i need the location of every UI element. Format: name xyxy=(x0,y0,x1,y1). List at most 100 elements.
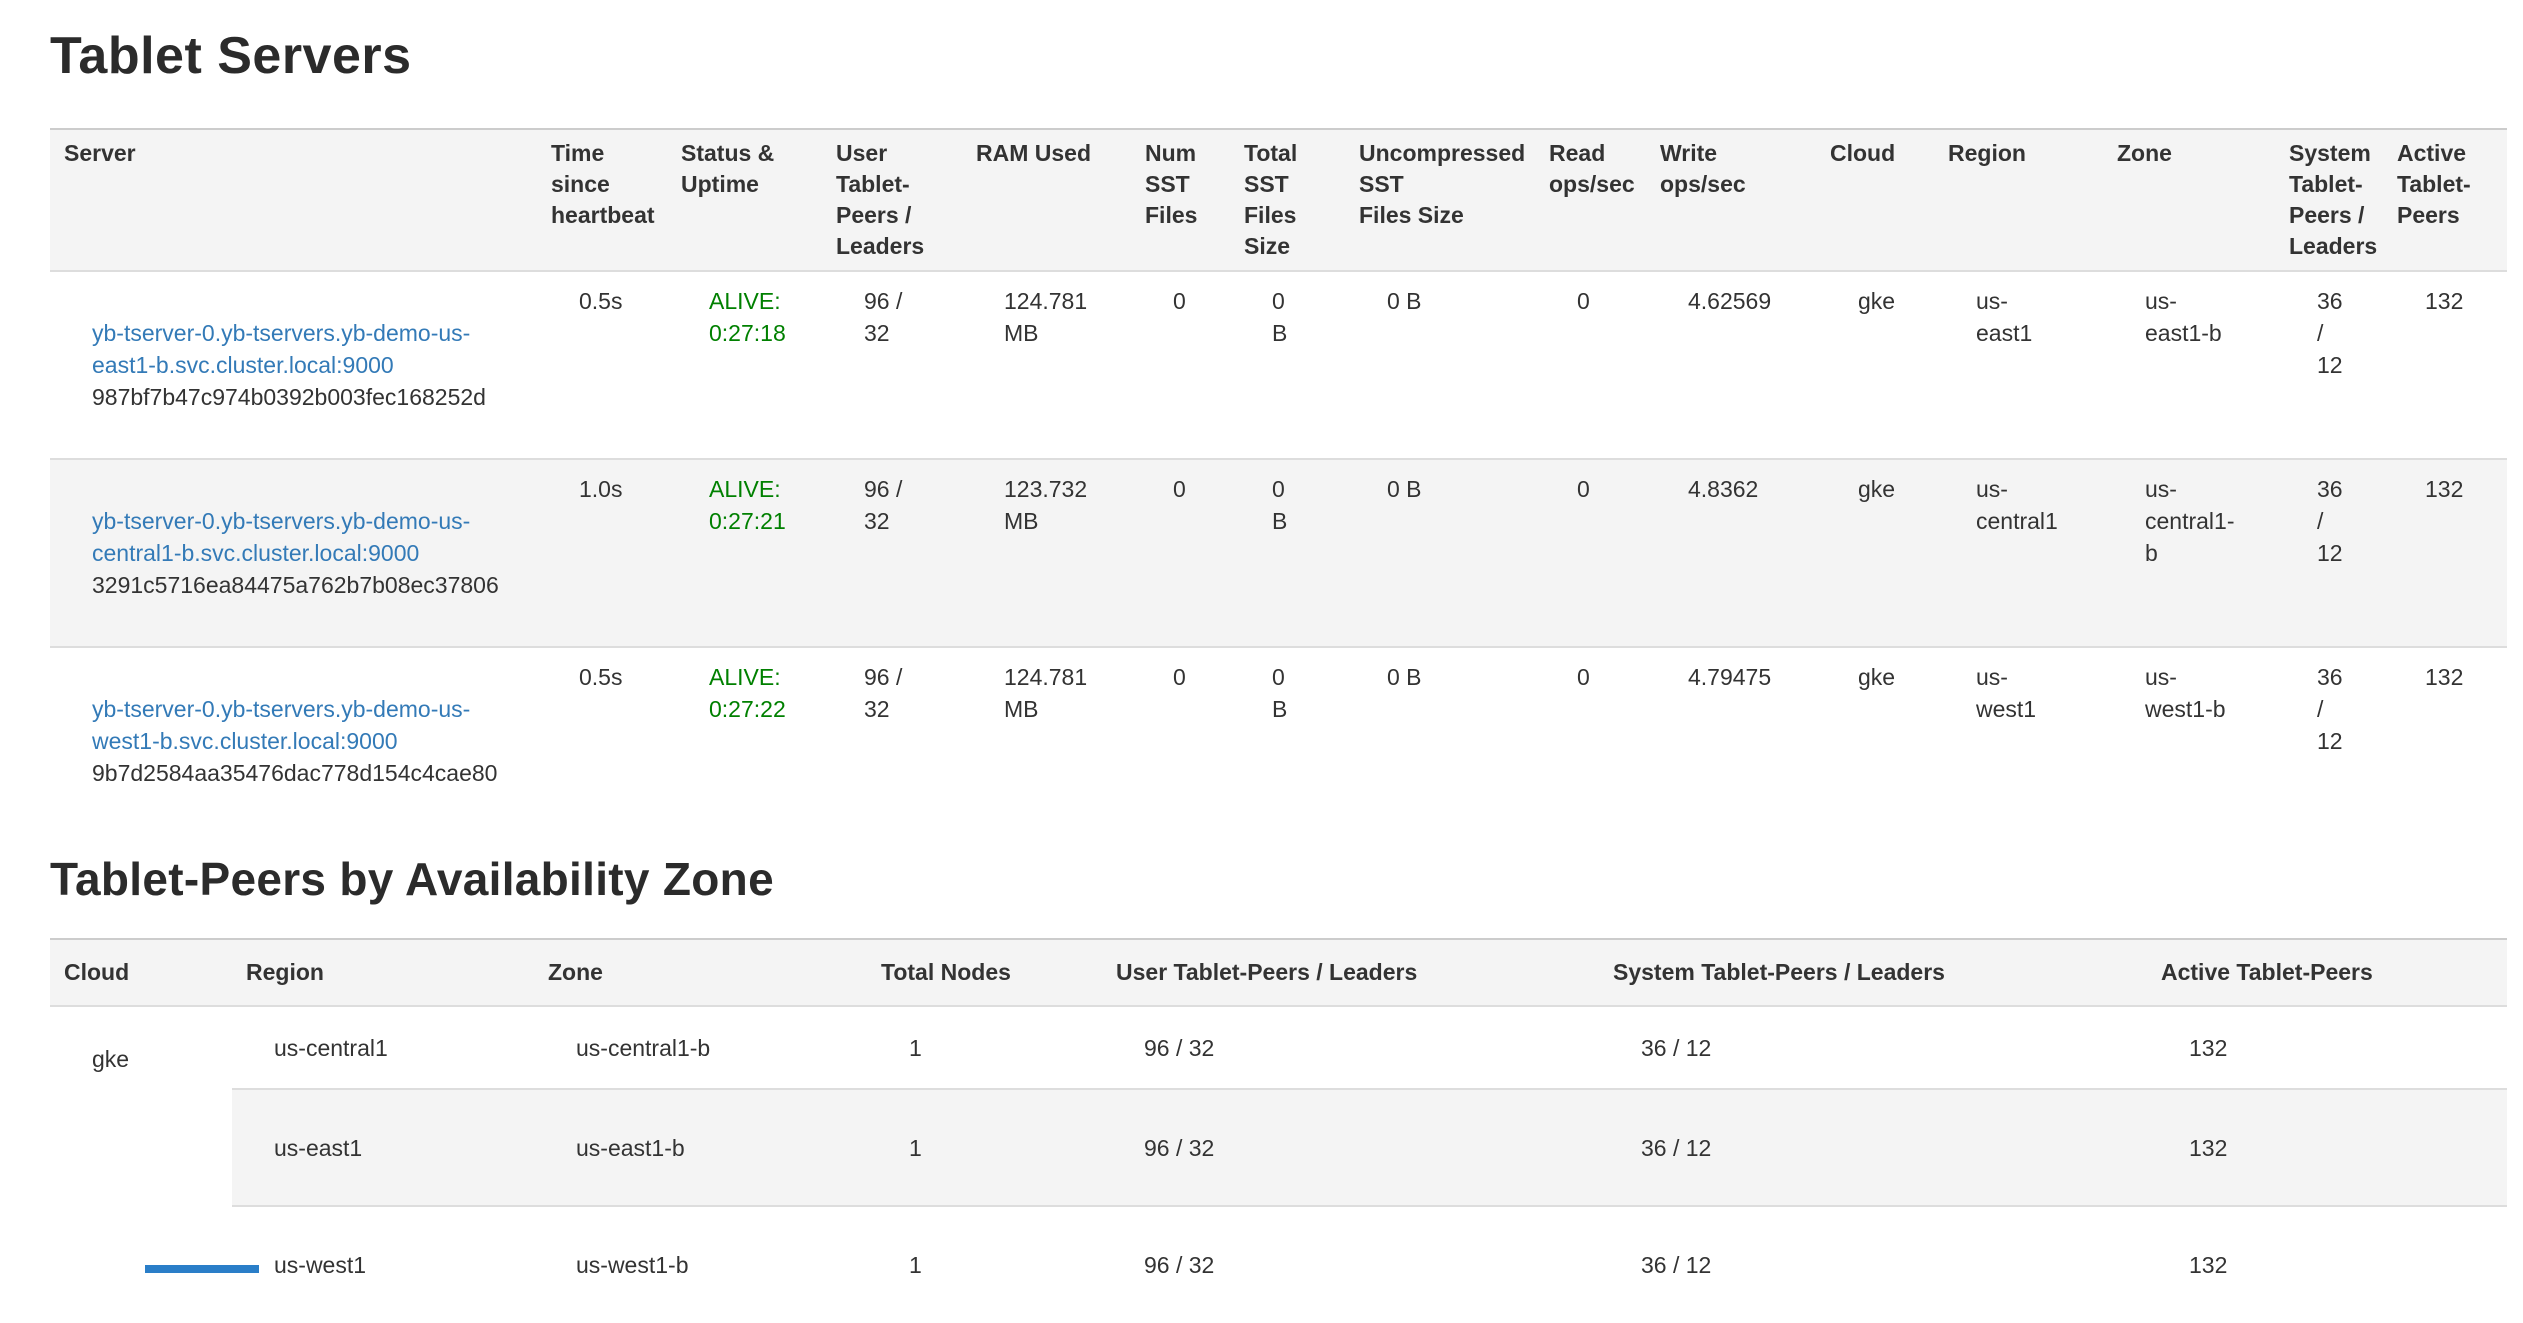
server-address-link[interactable]: yb-tserver-0.yb-tservers.yb-demo-us- wes… xyxy=(92,696,470,754)
server-address-link[interactable]: yb-tserver-0.yb-tservers.yb-demo-us- cen… xyxy=(92,508,470,566)
active-tablet-peers-value: 132 xyxy=(2383,271,2507,459)
total-sst-files-size-value: 0 B xyxy=(1230,271,1345,459)
active-tablet-peers-value: 132 xyxy=(2147,1006,2507,1089)
column-header-region: Region xyxy=(1934,129,2103,271)
column-header-region: Region xyxy=(232,939,534,1006)
cloud-value: gke xyxy=(1816,459,1934,647)
column-header-cloud: Cloud xyxy=(50,939,232,1006)
az-row-us-west1: us-west1 us-west1-b 1 96 / 32 36 / 12 13… xyxy=(50,1206,2507,1323)
cloud-value: gke xyxy=(1816,271,1934,459)
num-sst-files-value: 0 xyxy=(1131,271,1230,459)
column-header-active-tablet-peers: Active Tablet-Peers xyxy=(2147,939,2507,1006)
clipped-blue-element xyxy=(145,1265,259,1273)
uncompressed-sst-files-size-value: 0 B xyxy=(1345,459,1535,647)
column-header-system-tablet-peers: System Tablet-Peers / Leaders xyxy=(1599,939,2147,1006)
ram-used-value: 124.781 MB xyxy=(962,271,1131,459)
column-header-ram-used: RAM Used xyxy=(962,129,1131,271)
column-header-total-sst-files-size: Total SST Files Size xyxy=(1230,129,1345,271)
zone-value: us-east1-b xyxy=(534,1089,867,1206)
uncompressed-sst-files-size-value: 0 B xyxy=(1345,647,1535,834)
column-header-system-tablet-peers: System Tablet- Peers / Leaders xyxy=(2275,129,2383,271)
write-ops-value: 4.8362 xyxy=(1646,459,1816,647)
server-address-link[interactable]: yb-tserver-0.yb-tservers.yb-demo-us- eas… xyxy=(92,320,470,378)
total-nodes-value: 1 xyxy=(867,1006,1102,1089)
server-uuid: 987bf7b47c974b0392b003fec168252d xyxy=(92,381,523,413)
user-tablet-peers-value: 96 / 32 xyxy=(1102,1206,1599,1323)
server-cell: yb-tserver-0.yb-tservers.yb-demo-us- eas… xyxy=(50,271,537,459)
tserver-row-us-west1: yb-tserver-0.yb-tservers.yb-demo-us- wes… xyxy=(50,647,2507,834)
column-header-num-sst-files: Num SST Files xyxy=(1131,129,1230,271)
region-value: us-central1 xyxy=(232,1006,534,1089)
zone-value: us-central1-b xyxy=(534,1006,867,1089)
column-header-total-nodes: Total Nodes xyxy=(867,939,1102,1006)
system-tablet-peers-value: 36 / 12 xyxy=(2275,647,2383,834)
cloud-value: gke xyxy=(1816,647,1934,834)
tablet-servers-header-row: Server Time since heartbeat Status & Upt… xyxy=(50,129,2507,271)
zone-value: us- central1- b xyxy=(2103,459,2275,647)
tablet-servers-table: Server Time since heartbeat Status & Upt… xyxy=(50,128,2507,834)
system-tablet-peers-value: 36 / 12 xyxy=(2275,271,2383,459)
tserver-row-us-east1: yb-tserver-0.yb-tservers.yb-demo-us- eas… xyxy=(50,271,2507,459)
column-header-time-since-heartbeat: Time since heartbeat xyxy=(537,129,667,271)
user-tablet-peers-value: 96 / 32 xyxy=(1102,1006,1599,1089)
region-value: us- central1 xyxy=(1934,459,2103,647)
server-uuid: 3291c5716ea84475a762b7b08ec37806 xyxy=(92,569,523,601)
read-ops-value: 0 xyxy=(1535,459,1646,647)
user-tablet-peers-value: 96 / 32 xyxy=(822,647,962,834)
uncompressed-sst-files-size-value: 0 B xyxy=(1345,271,1535,459)
column-header-user-tablet-peers: User Tablet- Peers / Leaders xyxy=(822,129,962,271)
status-uptime-value: ALIVE: 0:27:21 xyxy=(667,459,822,647)
read-ops-value: 0 xyxy=(1535,647,1646,834)
column-header-status-uptime: Status & Uptime xyxy=(667,129,822,271)
system-tablet-peers-value: 36 / 12 xyxy=(1599,1206,2147,1323)
server-cell: yb-tserver-0.yb-tservers.yb-demo-us- cen… xyxy=(50,459,537,647)
active-tablet-peers-value: 132 xyxy=(2383,647,2507,834)
active-tablet-peers-value: 132 xyxy=(2147,1206,2507,1323)
read-ops-value: 0 xyxy=(1535,271,1646,459)
column-header-zone: Zone xyxy=(534,939,867,1006)
total-nodes-value: 1 xyxy=(867,1089,1102,1206)
ram-used-value: 123.732 MB xyxy=(962,459,1131,647)
status-uptime-value: ALIVE: 0:27:18 xyxy=(667,271,822,459)
active-tablet-peers-value: 132 xyxy=(2383,459,2507,647)
tserver-row-us-central1: yb-tserver-0.yb-tservers.yb-demo-us- cen… xyxy=(50,459,2507,647)
column-header-read-ops: Read ops/sec xyxy=(1535,129,1646,271)
zone-value: us- east1-b xyxy=(2103,271,2275,459)
az-row-us-east1: us-east1 us-east1-b 1 96 / 32 36 / 12 13… xyxy=(50,1089,2507,1206)
az-header-row: Cloud Region Zone Total Nodes User Table… xyxy=(50,939,2507,1006)
tablet-peers-by-zone-table: Cloud Region Zone Total Nodes User Table… xyxy=(50,938,2507,1323)
zone-value: us- west1-b xyxy=(2103,647,2275,834)
column-header-zone: Zone xyxy=(2103,129,2275,271)
write-ops-value: 4.62569 xyxy=(1646,271,1816,459)
region-value: us-east1 xyxy=(232,1089,534,1206)
user-tablet-peers-value: 96 / 32 xyxy=(1102,1089,1599,1206)
ram-used-value: 124.781 MB xyxy=(962,647,1131,834)
user-tablet-peers-value: 96 / 32 xyxy=(822,459,962,647)
region-value: us- east1 xyxy=(1934,271,2103,459)
az-row-us-central1: gke us-central1 us-central1-b 1 96 / 32 … xyxy=(50,1006,2507,1089)
write-ops-value: 4.79475 xyxy=(1646,647,1816,834)
tablet-servers-page: Tablet Servers Server Time since heartbe… xyxy=(0,0,2523,1323)
column-header-user-tablet-peers: User Tablet-Peers / Leaders xyxy=(1102,939,1599,1006)
active-tablet-peers-value: 132 xyxy=(2147,1089,2507,1206)
column-header-active-tablet-peers: Active Tablet- Peers xyxy=(2383,129,2507,271)
num-sst-files-value: 0 xyxy=(1131,459,1230,647)
total-sst-files-size-value: 0 B xyxy=(1230,647,1345,834)
tablet-peers-by-zone-title: Tablet-Peers by Availability Zone xyxy=(50,852,2507,906)
region-value: us-west1 xyxy=(232,1206,534,1323)
zone-value: us-west1-b xyxy=(534,1206,867,1323)
time-since-heartbeat-value: 0.5s xyxy=(537,271,667,459)
system-tablet-peers-value: 36 / 12 xyxy=(1599,1006,2147,1089)
time-since-heartbeat-value: 0.5s xyxy=(537,647,667,834)
column-header-uncompressed-sst-files-size: Uncompressed SST Files Size xyxy=(1345,129,1535,271)
num-sst-files-value: 0 xyxy=(1131,647,1230,834)
time-since-heartbeat-value: 1.0s xyxy=(537,459,667,647)
status-uptime-value: ALIVE: 0:27:22 xyxy=(667,647,822,834)
system-tablet-peers-value: 36 / 12 xyxy=(2275,459,2383,647)
server-uuid: 9b7d2584aa35476dac778d154c4cae80 xyxy=(92,757,523,789)
cloud-value: gke xyxy=(50,1006,232,1323)
column-header-server: Server xyxy=(50,129,537,271)
total-sst-files-size-value: 0 B xyxy=(1230,459,1345,647)
column-header-write-ops: Write ops/sec xyxy=(1646,129,1816,271)
system-tablet-peers-value: 36 / 12 xyxy=(1599,1089,2147,1206)
